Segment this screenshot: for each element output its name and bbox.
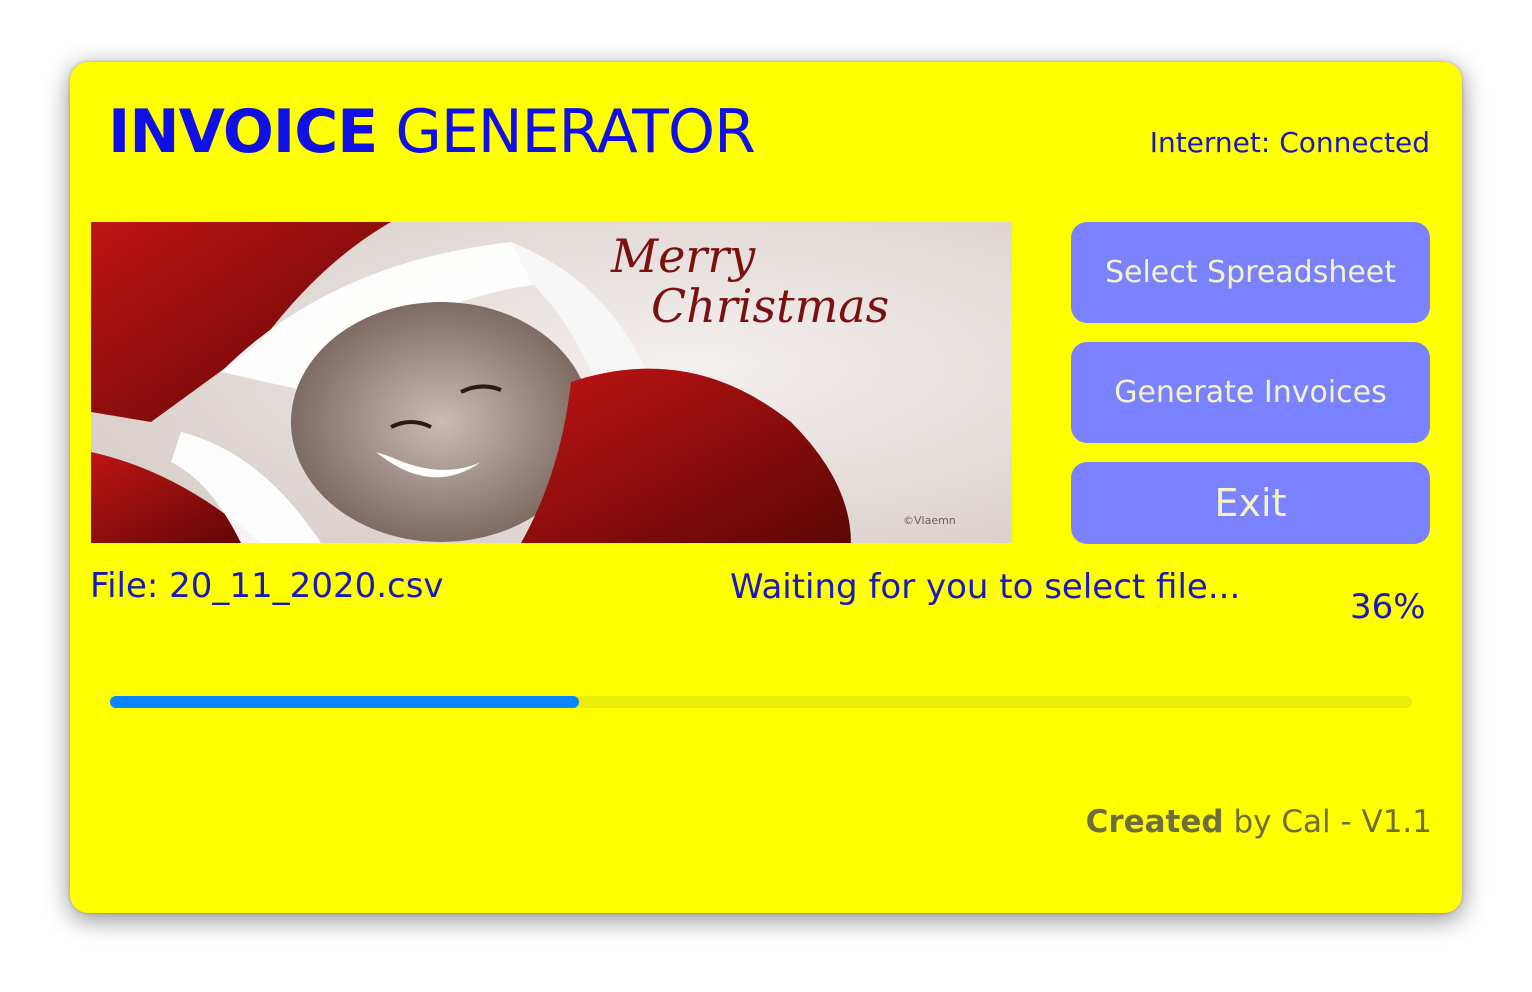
banner-text-merry: Merry xyxy=(610,229,756,283)
progress-bar xyxy=(110,696,1412,708)
exit-button[interactable]: Exit xyxy=(1071,462,1430,544)
footer-credit-rest: by Cal - V1.1 xyxy=(1223,804,1432,840)
select-spreadsheet-button[interactable]: Select Spreadsheet xyxy=(1071,222,1430,323)
christmas-banner-image: Merry Christmas ©Vlaemn xyxy=(91,222,1012,543)
generate-invoices-button[interactable]: Generate Invoices xyxy=(1071,342,1430,443)
app-title: INVOICE GENERATOR xyxy=(108,96,756,168)
file-name-label: File: 20_11_2020.csv xyxy=(90,566,444,606)
progress-percent: 36% xyxy=(1350,587,1426,627)
app-title-bold: INVOICE xyxy=(108,97,378,167)
main-window: INVOICE GENERATOR Internet: Connected Me… xyxy=(70,62,1462,913)
progress-bar-fill xyxy=(110,696,579,708)
status-message: Waiting for you to select file... xyxy=(730,567,1241,607)
footer-credit: Created by Cal - V1.1 xyxy=(1086,804,1432,840)
internet-status: Internet: Connected xyxy=(1149,126,1430,159)
app-title-rest: GENERATOR xyxy=(377,97,755,167)
banner-signature: ©Vlaemn xyxy=(903,514,956,527)
footer-credit-bold: Created xyxy=(1085,804,1224,840)
banner-text-christmas: Christmas xyxy=(651,279,889,333)
